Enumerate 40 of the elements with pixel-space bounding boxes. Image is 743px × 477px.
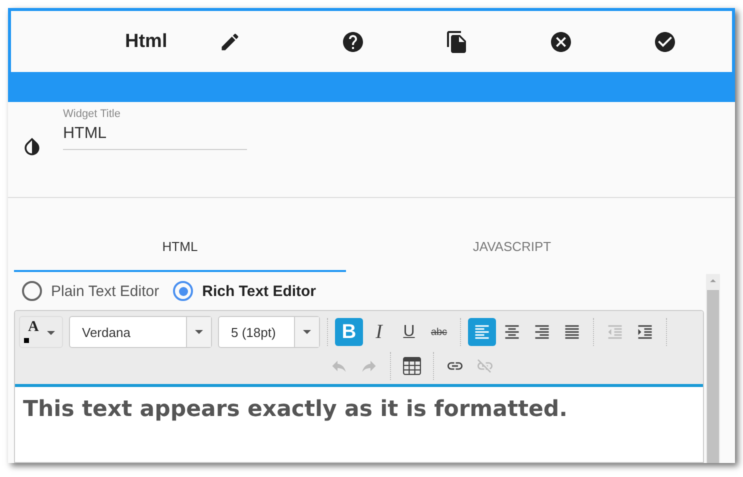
- size-select[interactable]: 5 (18pt): [218, 316, 320, 348]
- field-value: HTML: [63, 125, 108, 143]
- edit-button[interactable]: [219, 30, 241, 52]
- copy-icon: [445, 30, 469, 54]
- radio-button[interactable]: [173, 281, 194, 301]
- scrollbar[interactable]: [706, 274, 720, 463]
- check-icon: [653, 30, 677, 54]
- radio-label: Plain Text Editor: [51, 282, 160, 300]
- cancel-button[interactable]: [549, 30, 573, 54]
- radio-button[interactable]: [22, 281, 42, 301]
- font-select[interactable]: Verdana: [69, 316, 212, 348]
- caret-icon: [47, 331, 55, 335]
- align-icon: [563, 323, 581, 341]
- help-button[interactable]: [341, 30, 365, 54]
- table-icon: [403, 357, 421, 375]
- close-icon: [549, 30, 573, 54]
- widget-title-field[interactable]: Widget Title HTML: [63, 108, 247, 150]
- align-icon: [533, 323, 551, 341]
- field-label: Widget Title: [63, 108, 122, 120]
- align-icon: [503, 323, 521, 341]
- radio-label: Rich Text Editor: [202, 282, 316, 300]
- confirm-button[interactable]: [653, 30, 677, 54]
- outdent-icon: [606, 323, 624, 341]
- font-color-button[interactable]: A: [19, 316, 63, 348]
- format-button[interactable]: abc: [425, 318, 453, 346]
- editor-content[interactable]: This text appears exactly as it is formatted.: [15, 387, 703, 462]
- indent-icon: [636, 323, 654, 341]
- unlink-icon: [476, 357, 494, 375]
- align-icon: [473, 323, 491, 341]
- content-text: This text appears exactly as it is formatted.: [23, 397, 569, 422]
- pencil-icon: [219, 30, 241, 52]
- tab[interactable]: JAVASCRIPT: [346, 228, 678, 272]
- widget-name: Html: [125, 30, 168, 52]
- caret-icon: [303, 330, 311, 334]
- tab[interactable]: HTML: [14, 228, 346, 272]
- copy-button[interactable]: [445, 30, 469, 54]
- help-icon: [341, 30, 365, 54]
- caret-icon: [195, 330, 203, 334]
- format-button[interactable]: U: [395, 318, 423, 346]
- format-button[interactable]: I: [365, 318, 393, 346]
